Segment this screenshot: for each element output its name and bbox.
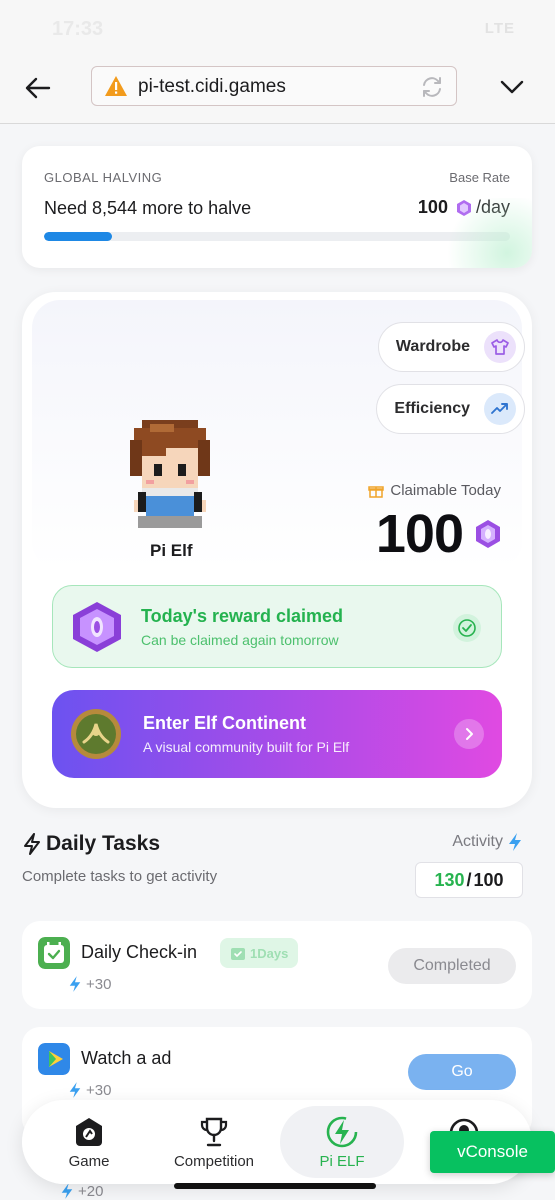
lightning-icon [24,833,40,855]
claimable-label: Claimable Today [390,482,501,499]
gem-icon [73,602,121,652]
claimable-amount: 100 [376,503,503,565]
home-indicator [174,1183,376,1189]
base-rate-label: Base Rate [449,170,510,185]
daily-tasks-heading: Daily Tasks [22,832,160,856]
efficiency-button[interactable]: Efficiency [376,384,525,434]
video-play-icon [38,1043,70,1075]
task-points-value: +20 [78,1182,104,1200]
task-points-value: +30 [86,1081,112,1099]
gem-icon [476,520,500,548]
task-card: Daily Check-in 1Days +30 Completed [22,921,532,1009]
activity-current: 130 [434,869,465,890]
chevron-down-icon [500,80,524,94]
halving-message: Need 8,544 more to halve [44,198,252,218]
go-button[interactable]: Go [408,1054,516,1090]
calendar-check-icon [38,937,70,969]
tab-competition[interactable]: Competition [158,1106,270,1178]
enter-title: Enter Elf Continent [143,713,306,733]
lightning-icon [69,1082,81,1098]
completed-button[interactable]: Completed [388,948,516,984]
base-rate: 100 /day [418,197,510,218]
claimable-value: 100 [375,504,464,564]
reload-icon[interactable] [420,75,444,99]
chevron-right-icon [454,719,484,749]
lightning-icon [61,1183,73,1199]
efficiency-label: Efficiency [394,400,470,417]
tab-game[interactable]: Game [44,1106,134,1178]
tab-label: Game [68,1152,110,1170]
trending-up-icon [484,393,516,425]
reward-claimed-banner: Today's reward claimed Can be claimed ag… [52,585,502,668]
vconsole-button[interactable]: vConsole [430,1131,555,1173]
wardrobe-button[interactable]: Wardrobe [377,322,525,372]
global-halving-card: GLOBAL HALVING Base Rate Need 8,544 more… [22,146,532,268]
halving-progress-bar [44,232,510,241]
enter-elf-continent-button[interactable]: Enter Elf Continent A visual community b… [52,690,502,778]
tab-label: Pi ELF [319,1152,365,1170]
streak-days: 1Days [250,945,289,961]
halving-label: GLOBAL HALVING [44,170,163,185]
trophy-icon [200,1117,228,1146]
daily-tasks-subtitle: Complete tasks to get activity [22,868,218,885]
enter-subtitle: A visual community built for Pi Elf [143,739,350,755]
elf-name: Pi Elf [150,541,193,560]
pi-elf-avatar[interactable] [126,416,214,528]
address-bar[interactable]: pi-test.cidi.games [91,66,457,106]
check-circle-icon [453,614,481,642]
arrow-left-icon [25,77,51,99]
activity-label: Activity [452,833,503,850]
gem-icon [456,199,471,216]
halving-progress-fill [44,232,112,241]
tab-pi-elf[interactable]: Pi ELF [280,1106,404,1178]
shirt-icon [484,331,516,363]
reward-subtitle: Can be claimed again tomorrow [141,632,339,648]
task-name: Watch a ad [81,1048,172,1068]
back-button[interactable] [22,72,54,104]
lightning-icon [69,976,81,992]
activity-max: 100 [473,869,504,890]
task-points: +20 [60,1182,103,1200]
base-rate-value: 100 [417,197,448,217]
daily-tasks-title: Daily Tasks [46,832,161,855]
browser-menu-button[interactable] [497,72,527,102]
base-rate-unit: /day [475,197,510,217]
activity-separator: / [466,869,472,890]
tab-label: Competition [173,1152,255,1170]
lightning-circle-icon [326,1116,358,1147]
task-points: +30 [68,1081,111,1099]
streak-badge: 1Days [220,938,299,968]
game-house-icon [76,1117,102,1146]
activity-counter: 130 / 100 [415,862,523,898]
gift-icon [368,485,385,498]
reward-title: Today's reward claimed [141,606,344,626]
wardrobe-label: Wardrobe [395,338,470,355]
activity-heading: Activity [452,832,523,852]
status-bar: 17:33 LTE [0,0,555,60]
browser-toolbar: pi-test.cidi.games [0,60,555,124]
warning-icon [105,76,127,96]
url-text: pi-test.cidi.games [138,76,286,97]
task-points-value: +30 [86,975,112,993]
calendar-check-icon [231,948,245,960]
status-network: LTE [484,20,515,37]
claimable-today: Claimable Today [368,482,501,499]
status-time: 17:33 [52,18,104,40]
task-name: Daily Check-in [81,942,198,962]
elf-continent-emblem-icon [71,709,121,759]
task-points: +30 [68,975,111,993]
lightning-icon [509,833,521,851]
